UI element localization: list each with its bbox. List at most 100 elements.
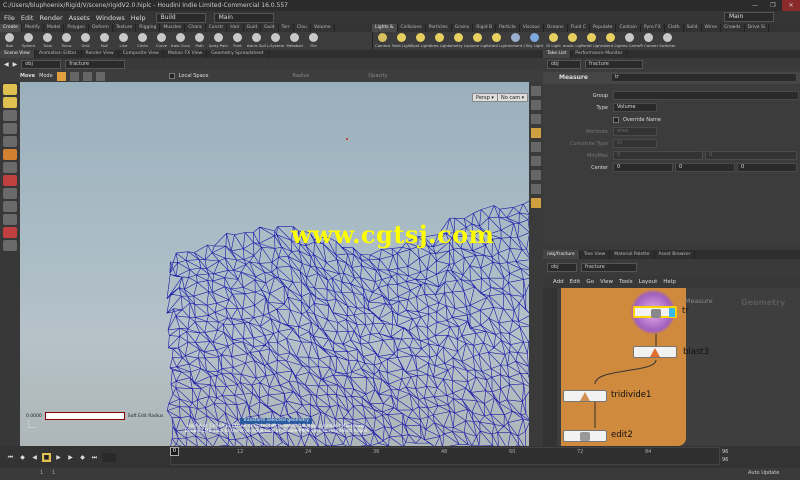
net-menu-help[interactable]: Help	[663, 279, 676, 285]
magnet-icon[interactable]	[3, 227, 17, 238]
shelf-tab[interactable]: Particle	[496, 24, 520, 32]
back-arrow-icon[interactable]: ◀	[4, 61, 9, 68]
shelf-tool[interactable]: L-System	[266, 32, 285, 50]
shelf-tool[interactable]: Environment Light	[506, 32, 525, 50]
net-menu-view[interactable]: View	[600, 279, 613, 285]
light-icon[interactable]	[531, 128, 541, 138]
shelf-tool[interactable]: Distant Light	[487, 32, 506, 50]
snap-icon[interactable]	[82, 71, 92, 81]
shelf-tool[interactable]: Caustic Light	[563, 32, 582, 50]
pose-icon[interactable]	[3, 149, 17, 160]
net-path-node[interactable]: fracture	[581, 262, 637, 272]
select-icon[interactable]	[3, 84, 17, 95]
pivot-icon[interactable]	[69, 71, 79, 81]
shelf-tab[interactable]: Guid	[261, 24, 279, 32]
min-field[interactable]: 0	[613, 151, 703, 160]
shelf-tab[interactable]: Populate	[590, 24, 617, 32]
camera-menu[interactable]: No cam ▾	[497, 93, 529, 102]
shelf-tab[interactable]: Wires	[702, 24, 721, 32]
play-icon[interactable]: ▶	[54, 453, 63, 462]
shelf-tool[interactable]: Spray Paint	[209, 32, 228, 50]
orient-icon[interactable]	[95, 71, 105, 81]
move-icon[interactable]	[3, 97, 17, 108]
paint-icon[interactable]	[3, 240, 17, 251]
shelf-tool[interactable]: Camera	[373, 32, 392, 50]
shelf-tool[interactable]: File	[304, 32, 323, 50]
shelf-tab[interactable]: Particles	[426, 24, 452, 32]
3d-viewport[interactable]: Persp ▾ No cam ▾	[20, 82, 529, 446]
override-name-checkbox[interactable]	[613, 117, 619, 123]
net-menu-layout[interactable]: Layout	[639, 279, 658, 285]
tab-composite-view[interactable]: Composite View	[119, 50, 164, 58]
params-path-node[interactable]: fracture	[585, 59, 643, 69]
minimize-button[interactable]: —	[746, 0, 764, 11]
tab-render-view[interactable]: Render View	[82, 50, 119, 58]
shelf-tool[interactable]: Ambient Light	[601, 32, 620, 50]
shelf-tab[interactable]: Polygon	[64, 24, 90, 32]
shelf-tab[interactable]: Grains	[452, 24, 474, 32]
skip-end-icon[interactable]: ⏭	[90, 453, 99, 462]
shelf-tool[interactable]: Point Light	[392, 32, 411, 50]
shelf-tab[interactable]: Hair	[227, 24, 244, 32]
shelf-tool[interactable]: Tube	[38, 32, 57, 50]
record-icon[interactable]	[3, 175, 17, 186]
shelf-tool[interactable]: Metaball	[285, 32, 304, 50]
shelf-tool[interactable]: Portal Light	[582, 32, 601, 50]
params-path-obj[interactable]: obj	[547, 59, 581, 69]
shelf-tab[interactable]: Fluid C	[568, 24, 590, 32]
shelf-tab[interactable]: Clou	[294, 24, 311, 32]
step-forward-icon[interactable]: ▶	[66, 453, 75, 462]
shelf-tab[interactable]: Model	[44, 24, 65, 32]
shelf-tool[interactable]: Platonic Solids	[247, 32, 266, 50]
camera-icon[interactable]	[531, 184, 541, 194]
net-menu-edit[interactable]: Edit	[570, 279, 581, 285]
normals-icon[interactable]	[531, 142, 541, 152]
curvature-select[interactable]: GI	[613, 139, 657, 148]
handle-icon[interactable]	[3, 136, 17, 147]
tab-motion-fx-view[interactable]: Motion FX View	[164, 50, 208, 58]
net-menu-tools[interactable]: Tools	[619, 279, 633, 285]
shelf-tab[interactable]: Solid	[684, 24, 702, 32]
tab-take-list[interactable]: Take List	[543, 50, 572, 58]
shelf-tool[interactable]: GI Light	[544, 32, 563, 50]
shading-icon[interactable]	[531, 114, 541, 124]
menu-file[interactable]: File	[4, 14, 15, 22]
node-tridivide1[interactable]	[563, 390, 607, 402]
menu-assets[interactable]: Assets	[69, 14, 90, 22]
lasso-icon[interactable]	[3, 201, 17, 212]
shelf-tool[interactable]: Torus	[57, 32, 76, 50]
group-field[interactable]	[613, 91, 799, 100]
shelf-tool[interactable]: Curve	[152, 32, 171, 50]
center-y-field[interactable]: 0	[675, 163, 735, 172]
path-node[interactable]: fracture	[65, 59, 126, 69]
path-obj[interactable]: obj	[21, 59, 62, 69]
shelf-tool[interactable]: Path	[190, 32, 209, 50]
type-select[interactable]: Volume	[613, 103, 657, 112]
soft-radius-slider[interactable]	[44, 412, 125, 420]
shelf-tool[interactable]: Line	[114, 32, 133, 50]
bulb-icon[interactable]	[531, 198, 541, 208]
view-icon[interactable]	[3, 162, 17, 173]
node-tr[interactable]	[633, 306, 677, 318]
max-field[interactable]: 0	[705, 151, 797, 160]
main-desktop-select[interactable]: Main	[213, 12, 274, 23]
shelf-tab[interactable]: Collisions	[398, 24, 426, 32]
end-frame-2[interactable]: 96	[722, 457, 728, 463]
shelf-tool[interactable]: Stereo Camera	[620, 32, 639, 50]
shelf-tab[interactable]: Muscles	[160, 24, 186, 32]
net-menu-go[interactable]: Go	[586, 279, 594, 285]
persp-menu[interactable]: Persp ▾	[472, 93, 498, 102]
brush-icon[interactable]	[3, 188, 17, 199]
shelf-tool[interactable]: Sky Light	[525, 32, 544, 50]
shelf-tool[interactable]: Draw Curve	[171, 32, 190, 50]
shelf-tool[interactable]: Grid	[76, 32, 95, 50]
local-space-checkbox[interactable]	[168, 73, 175, 79]
tab-network-fracture[interactable]: /obj/fracture	[543, 250, 580, 259]
tab-material-palette[interactable]: Material Palette	[610, 250, 655, 259]
shelf-tab[interactable]: Crowds	[721, 24, 745, 32]
start-frame-1[interactable]: 1	[40, 470, 43, 476]
move-handle-icon[interactable]	[56, 71, 66, 81]
node-edit2[interactable]	[563, 430, 607, 442]
display-flag-icon[interactable]	[669, 308, 675, 317]
shelf-tab[interactable]: Constr	[206, 24, 228, 32]
